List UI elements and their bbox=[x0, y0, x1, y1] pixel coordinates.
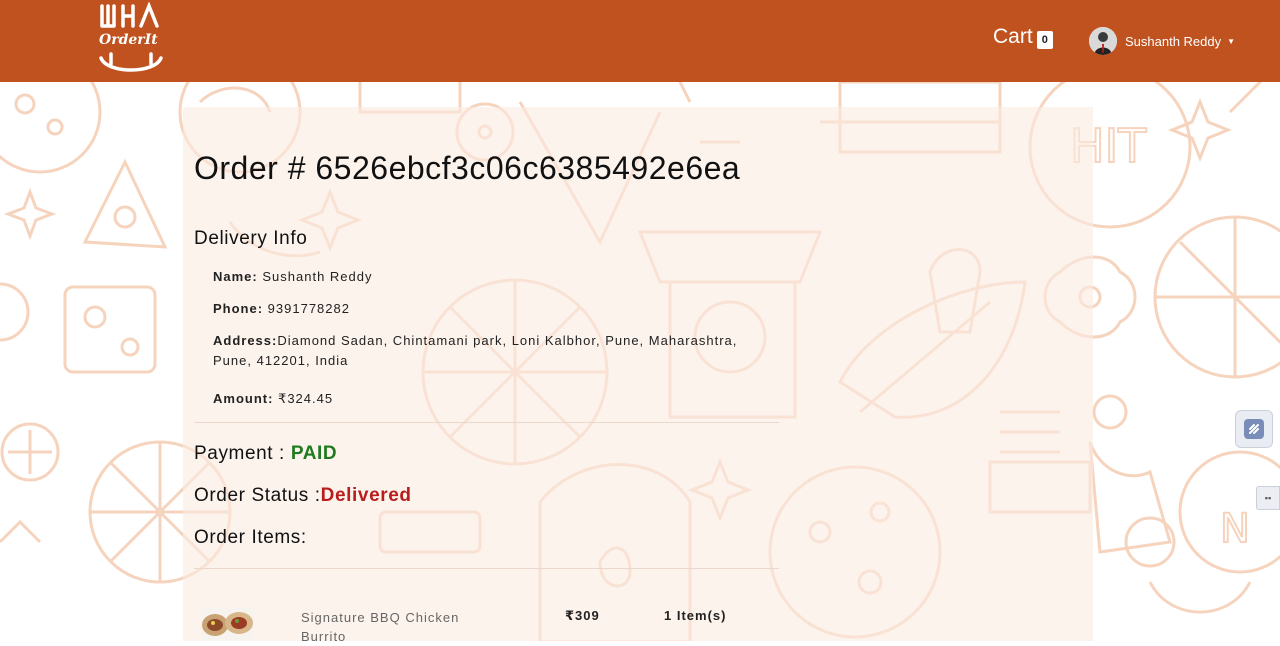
order-title: Order # 6526ebcf3c06c6385492e6ea bbox=[194, 150, 741, 186]
payment-label: Payment : bbox=[194, 443, 291, 464]
address-label: Address: bbox=[213, 333, 278, 348]
name-value: Sushanth Reddy bbox=[257, 269, 373, 284]
logo-text: OrderIt bbox=[99, 32, 158, 48]
chat-icon: ▪▪ bbox=[1264, 493, 1272, 503]
delivery-name: Name: Sushanth Reddy bbox=[213, 267, 372, 287]
chevron-down-icon: ▼ bbox=[1227, 36, 1236, 46]
order-status-label: Order Status : bbox=[194, 485, 321, 506]
burrito-image bbox=[201, 607, 254, 641]
orderit-logo[interactable]: OrderIt bbox=[97, 2, 165, 78]
side-widget-tab[interactable]: ▪▪ bbox=[1256, 486, 1280, 510]
divider bbox=[194, 422, 779, 423]
phone-label: Phone: bbox=[213, 301, 264, 316]
user-name: Sushanth Reddy bbox=[1125, 33, 1222, 49]
name-label: Name: bbox=[213, 269, 258, 284]
top-navbar: OrderIt Cart 0 Sushanth Reddy ▼ bbox=[0, 0, 1280, 82]
cart-count-badge: 0 bbox=[1036, 30, 1053, 49]
address-line-1: Diamond Sadan, Chintamani park, Loni Kal… bbox=[277, 333, 738, 348]
extension-icon bbox=[1244, 419, 1264, 439]
order-amount: Amount: ₹324.45 bbox=[213, 389, 333, 409]
item-price: ₹309 bbox=[565, 608, 600, 623]
order-status: Order Status :Delivered bbox=[194, 485, 412, 507]
order-status-value: Delivered bbox=[320, 485, 412, 506]
user-menu[interactable]: Sushanth Reddy ▼ bbox=[1089, 27, 1235, 55]
payment-status: Payment : PAID bbox=[194, 443, 337, 465]
payment-value: PAID bbox=[290, 443, 338, 464]
item-quantity: 1 Item(s) bbox=[664, 608, 727, 623]
item-name[interactable]: Signature BBQ Chicken Burrito bbox=[301, 608, 501, 646]
delivery-phone: Phone: 9391778282 bbox=[213, 299, 350, 319]
delivery-address: Address:Diamond Sadan, Chintamani park, … bbox=[213, 331, 737, 351]
cart-label: Cart bbox=[993, 25, 1033, 48]
divider bbox=[194, 568, 779, 569]
phone-value: 9391778282 bbox=[263, 301, 350, 316]
order-items-heading: Order Items: bbox=[194, 527, 307, 548]
amount-value: ₹324.45 bbox=[273, 391, 334, 406]
cart-link[interactable]: Cart 0 bbox=[993, 25, 1053, 49]
user-avatar bbox=[1089, 27, 1117, 55]
side-extension-button[interactable] bbox=[1235, 410, 1273, 448]
order-details-panel bbox=[183, 107, 1093, 641]
amount-label: Amount: bbox=[213, 391, 274, 406]
delivery-info-heading: Delivery Info bbox=[194, 228, 308, 249]
delivery-address-line-2: Pune, 412201, India bbox=[213, 353, 349, 368]
svg-text:N: N bbox=[1220, 506, 1250, 552]
